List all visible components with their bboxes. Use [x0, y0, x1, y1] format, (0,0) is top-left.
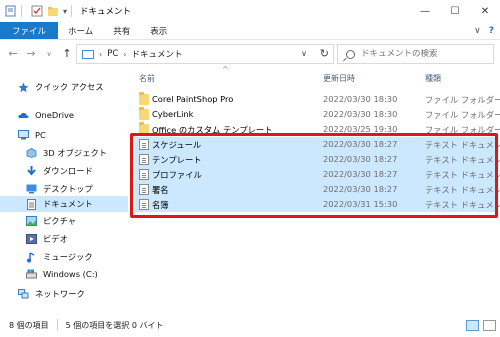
network-icon	[18, 289, 29, 299]
sidebar-item-label: ビデオ	[43, 234, 68, 244]
ribbon-tabs: ファイル ホーム 共有 表示 ∨ ?	[0, 22, 500, 39]
search-icon	[346, 49, 355, 59]
sidebar-item-pictures[interactable]: ピクチャ	[0, 213, 128, 229]
sidebar-item-onedrive[interactable]: OneDrive	[0, 107, 128, 123]
tab-home[interactable]: ホーム	[58, 22, 103, 39]
video-icon	[26, 234, 37, 244]
folder-icon	[139, 92, 149, 105]
quick-access-dropdown-icon[interactable]: ▾	[63, 7, 67, 16]
breadcrumb-documents[interactable]: ドキュメント	[131, 48, 182, 60]
sidebar-item-label: PC	[35, 130, 46, 140]
address-path[interactable]: › PC › ドキュメント ∨ ↻	[76, 44, 334, 64]
minimize-button[interactable]: —	[410, 0, 440, 22]
column-header-date[interactable]: 更新日時	[323, 70, 418, 86]
forward-button[interactable]: →	[24, 47, 38, 60]
music-icon	[26, 252, 37, 263]
cube-icon	[26, 148, 37, 158]
sidebar-item-desktop[interactable]: デスクトップ	[0, 181, 128, 197]
divider	[56, 319, 58, 331]
sidebar-item-network[interactable]: ネットワーク	[0, 286, 128, 302]
refresh-button[interactable]: ↻	[320, 47, 329, 60]
file-type: ファイル フォルダー	[425, 95, 500, 105]
item-count: 8 個の項目	[9, 320, 49, 330]
sidebar-item-label: ピクチャ	[43, 216, 77, 226]
sidebar-item-label: ドキュメント	[43, 199, 93, 209]
folder-icon[interactable]	[47, 5, 59, 17]
selection-highlight-frame	[130, 133, 498, 218]
sidebar-item-label: ネットワーク	[35, 289, 85, 299]
search-box[interactable]	[337, 44, 494, 64]
status-bar: 8 個の項目 5 個の項目を選択 0 バイト	[0, 313, 500, 337]
sidebar-item-3d-objects[interactable]: 3D オブジェクト	[0, 145, 128, 161]
desktop-icon	[26, 184, 37, 194]
star-icon	[18, 82, 29, 93]
close-button[interactable]: ✕	[470, 0, 500, 22]
file-date: 2022/03/30 18:30	[323, 94, 398, 104]
column-header-name[interactable]: 名前	[139, 70, 309, 86]
ribbon-expand-icon[interactable]: ∨	[474, 26, 481, 36]
documents-icon	[26, 199, 37, 210]
cloud-icon	[18, 110, 29, 120]
ribbon-controls: ∨ ?	[474, 22, 494, 39]
sidebar-item-label: ダウンロード	[43, 166, 93, 176]
recent-locations-button[interactable]: ∨	[42, 50, 56, 58]
navigation-pane: クイック アクセス OneDrive PC 3D オブジェクト ダウンロード デ…	[0, 67, 128, 313]
properties-icon[interactable]	[5, 5, 17, 17]
maximize-button[interactable]: ☐	[440, 0, 470, 22]
computer-icon	[18, 130, 29, 140]
help-icon[interactable]: ?	[489, 26, 494, 36]
list-item[interactable]: CyberLink 2022/03/30 18:30 ファイル フォルダー	[135, 107, 500, 122]
tab-share[interactable]: 共有	[103, 22, 140, 39]
sidebar-item-label: デスクトップ	[43, 184, 93, 194]
address-bar: ← → ∨ ↑ › PC › ドキュメント ∨ ↻	[0, 39, 500, 67]
title-bar: ▾ ドキュメント — ☐ ✕	[0, 0, 500, 22]
sidebar-item-quick-access[interactable]: クイック アクセス	[0, 79, 128, 95]
sidebar-item-windows-c[interactable]: Windows (C:)	[0, 266, 128, 282]
back-button[interactable]: ←	[6, 47, 20, 60]
address-dropdown-icon[interactable]: ∨	[301, 49, 307, 58]
breadcrumb-separator: ›	[99, 49, 103, 59]
sidebar-item-pc[interactable]: PC	[0, 127, 128, 143]
window-controls: — ☐ ✕	[410, 0, 500, 22]
checkmark-icon[interactable]	[31, 5, 43, 17]
window-title: ドキュメント	[80, 7, 132, 17]
sidebar-item-label: Windows (C:)	[43, 269, 98, 279]
sidebar-item-documents[interactable]: ドキュメント	[0, 196, 128, 212]
file-date: 2022/03/30 18:30	[323, 109, 398, 119]
up-button[interactable]: ↑	[60, 47, 74, 60]
download-icon	[26, 166, 37, 176]
tab-file[interactable]: ファイル	[0, 22, 59, 39]
sidebar-item-label: OneDrive	[35, 110, 75, 120]
list-item[interactable]: Corel PaintShop Pro 2022/03/30 18:30 ファイ…	[135, 92, 500, 107]
sidebar-item-label: 3D オブジェクト	[43, 148, 108, 158]
tab-view[interactable]: 表示	[140, 22, 177, 39]
divider	[21, 5, 22, 17]
sidebar-item-music[interactable]: ミュージック	[0, 249, 128, 265]
column-header-type[interactable]: 種類	[425, 70, 495, 86]
sidebar-item-videos[interactable]: ビデオ	[0, 231, 128, 247]
breadcrumb-separator: ›	[123, 49, 127, 59]
breadcrumb-pc[interactable]: PC	[107, 49, 118, 59]
sidebar-item-downloads[interactable]: ダウンロード	[0, 163, 128, 179]
file-name: Corel PaintShop Pro	[152, 94, 234, 104]
sidebar-item-label: ミュージック	[43, 252, 93, 262]
search-input[interactable]	[361, 49, 491, 59]
file-type: ファイル フォルダー	[425, 110, 500, 120]
file-name: CyberLink	[152, 109, 194, 119]
drive-icon	[26, 269, 37, 279]
sidebar-item-label: クイック アクセス	[35, 82, 104, 92]
folder-icon	[139, 107, 149, 120]
divider	[71, 5, 73, 17]
details-view-icon[interactable]	[466, 320, 479, 331]
computer-icon	[82, 49, 94, 59]
selection-info: 5 個の項目を選択 0 バイト	[65, 320, 164, 330]
pictures-icon	[26, 216, 37, 226]
large-icons-view-icon[interactable]	[483, 320, 496, 331]
